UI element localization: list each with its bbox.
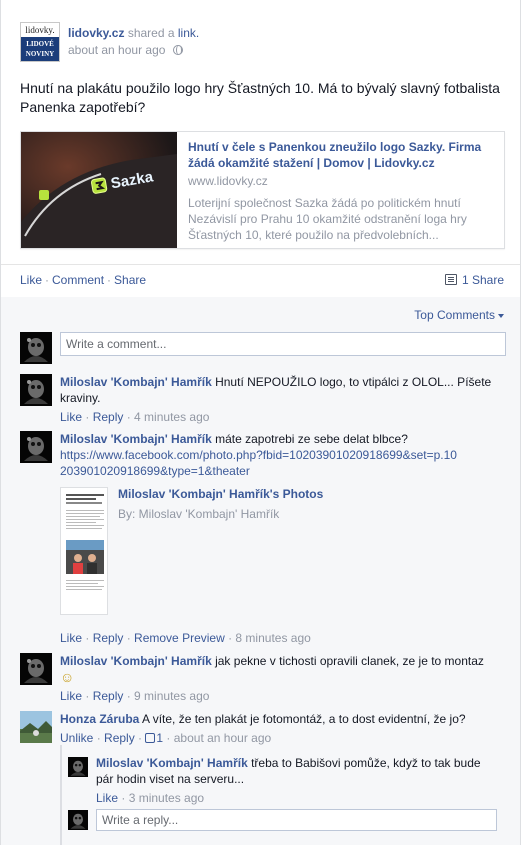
comment-meta-row: Like · Reply · Remove Preview · 8 minute… xyxy=(60,627,510,646)
comment-text: máte zapotrebi ze sebe delat blbce? xyxy=(215,432,408,446)
comment-reply-button[interactable]: Reply xyxy=(93,410,124,424)
post-header-line: lidovky.cz shared a link. xyxy=(68,26,199,40)
comment-unlike-button[interactable]: Unlike xyxy=(60,731,93,745)
shared-link[interactable]: link. xyxy=(178,26,199,40)
reply-comment: Miloslav 'Kombajn' Hamřík třeba to Babiš… xyxy=(96,755,496,806)
comment-body: Miloslav 'Kombajn' Hamřík třeba to Babiš… xyxy=(96,755,496,787)
comment-meta: Like · Reply · 9 minutes ago xyxy=(60,689,210,703)
preview-title[interactable]: Hnutí v čele s Panenkou zneužilo logo Sa… xyxy=(188,139,488,171)
comment-link[interactable]: https://www.facebook.com/photo.php?fbid=… xyxy=(60,447,460,479)
avatar-image xyxy=(68,810,88,830)
chevron-down-icon xyxy=(498,314,504,318)
smile-emoji-icon: ☺ xyxy=(60,669,75,685)
photo-thumbnail[interactable] xyxy=(60,487,108,615)
page-name-link[interactable]: lidovky.cz xyxy=(68,26,124,40)
logo-bottom-text: LIDOVÉ NOVINY xyxy=(21,37,59,61)
comment-time[interactable]: about an hour ago xyxy=(174,731,271,745)
comment-body: Miloslav 'Kombajn' Hamřík Hnutí NEPOUŽIL… xyxy=(60,374,510,406)
post-timestamp[interactable]: about an hour ago xyxy=(68,43,165,57)
share-count[interactable]: 1 Share xyxy=(444,273,504,287)
photo-attachment[interactable]: Miloslav 'Kombajn' Hamřík's Photos By: M… xyxy=(60,487,323,615)
share-button[interactable]: Share xyxy=(114,273,146,287)
post-text: Hnutí na plakátu použilo logo hry Šťastn… xyxy=(20,80,500,115)
comment-author[interactable]: Miloslav 'Kombajn' Hamřík xyxy=(60,375,212,389)
comment-input[interactable] xyxy=(60,332,506,356)
avatar[interactable] xyxy=(20,653,52,685)
photo-attachment-title[interactable]: Miloslav 'Kombajn' Hamřík's Photos xyxy=(118,487,323,501)
comment-like-button[interactable]: Like xyxy=(60,689,82,703)
avatar-image xyxy=(20,374,52,406)
comment: Miloslav 'Kombajn' Hamřík jak pekne v ti… xyxy=(60,653,510,704)
thumbs-up-icon xyxy=(145,733,156,743)
share-count-label: 1 Share xyxy=(461,273,504,287)
globe-icon[interactable] xyxy=(172,45,183,55)
separator: · xyxy=(107,273,112,287)
comment: Honza Záruba A víte, že ten plakát je fo… xyxy=(60,711,510,746)
avatar[interactable] xyxy=(20,374,52,406)
comment-like-button[interactable]: Like xyxy=(60,631,82,645)
avatar[interactable] xyxy=(68,810,88,830)
comment: Miloslav 'Kombajn' Hamřík máte zapotrebi… xyxy=(60,431,510,479)
comment-like-count[interactable]: 1 xyxy=(145,731,163,745)
link-preview[interactable]: Sazka Hnutí v čele s Panenkou zneužilo l… xyxy=(20,131,505,249)
comment-author[interactable]: Miloslav 'Kombajn' Hamřík xyxy=(60,654,212,668)
photo-attachment-by: By: Miloslav 'Kombajn' Hamřík xyxy=(118,507,280,521)
share-icon xyxy=(444,274,457,285)
post-verb: shared a xyxy=(127,26,175,40)
comment-reply-button[interactable]: Reply xyxy=(104,731,135,745)
like-button[interactable]: Like xyxy=(20,273,42,287)
avatar[interactable] xyxy=(68,757,88,777)
comment-reply-button[interactable]: Reply xyxy=(93,689,124,703)
comment-time[interactable]: 9 minutes ago xyxy=(134,689,209,703)
avatar[interactable] xyxy=(20,431,52,463)
preview-url: www.lidovky.cz xyxy=(188,174,268,188)
avatar-image xyxy=(20,332,52,364)
comment-time[interactable]: 4 minutes ago xyxy=(134,410,209,424)
divider xyxy=(1,264,520,265)
avatar[interactable] xyxy=(20,711,52,743)
comment-text: A víte, že ten plakát je fotomontáž, a t… xyxy=(142,712,466,726)
comment-like-button[interactable]: Like xyxy=(96,791,118,805)
preview-description: Loterijní společnost Sazka žádá po polit… xyxy=(188,196,467,242)
comment-author[interactable]: Honza Záruba xyxy=(60,712,139,726)
remove-preview-button[interactable]: Remove Preview xyxy=(134,631,225,645)
comment-meta: Like · 3 minutes ago xyxy=(96,791,205,805)
top-comments-label: Top Comments xyxy=(414,308,495,322)
preview-image[interactable]: Sazka xyxy=(21,132,177,248)
post-actions: Like · Comment · Share xyxy=(20,273,146,287)
separator: · xyxy=(45,273,50,287)
sazka-sign-image: Sazka xyxy=(21,132,177,248)
reply-input[interactable] xyxy=(96,809,497,831)
like-count-value: 1 xyxy=(156,731,164,745)
avatar[interactable] xyxy=(20,332,52,364)
comment-body: Miloslav 'Kombajn' Hamřík máte zapotrebi… xyxy=(60,431,510,447)
preview-body: Hnutí v čele s Panenkou zneužilo logo Sa… xyxy=(188,139,488,243)
avatar-image xyxy=(20,653,52,685)
comment-button[interactable]: Comment xyxy=(52,273,104,287)
top-comments-dropdown[interactable]: Top Comments xyxy=(414,308,504,322)
comment-reply-button[interactable]: Reply xyxy=(93,631,124,645)
page-logo[interactable]: lidovky. LIDOVÉ NOVINY xyxy=(20,22,60,62)
avatar-image xyxy=(20,431,52,463)
post-card: lidovky. LIDOVÉ NOVINY lidovky.cz shared… xyxy=(0,0,521,845)
comment-body: Honza Záruba A víte, že ten plakát je fo… xyxy=(60,711,510,727)
comment-like-button[interactable]: Like xyxy=(60,410,82,424)
avatar-image xyxy=(68,757,88,777)
post-meta: about an hour ago xyxy=(68,43,183,57)
comment: Miloslav 'Kombajn' Hamřík Hnutí NEPOUŽIL… xyxy=(60,374,510,425)
comment-time[interactable]: 3 minutes ago xyxy=(129,791,204,805)
comment-author[interactable]: Miloslav 'Kombajn' Hamřík xyxy=(96,756,248,770)
comment-meta: Unlike · Reply · 1 · about an hour ago xyxy=(60,731,272,745)
comment-meta: Like · Reply · 4 minutes ago xyxy=(60,410,210,424)
comment-author[interactable]: Miloslav 'Kombajn' Hamřík xyxy=(60,432,212,446)
comment-body: Miloslav 'Kombajn' Hamřík jak pekne v ti… xyxy=(60,653,510,669)
avatar-image xyxy=(20,711,52,743)
logo-top-text: lidovky. xyxy=(25,25,55,35)
comment-text: jak pekne v tichosti opravili clanek, ze… xyxy=(215,654,484,668)
comment-meta: Like · Reply · Remove Preview · 8 minute… xyxy=(60,631,311,645)
comment-time[interactable]: 8 minutes ago xyxy=(235,631,310,645)
photo-thumbnail-image xyxy=(61,488,107,614)
